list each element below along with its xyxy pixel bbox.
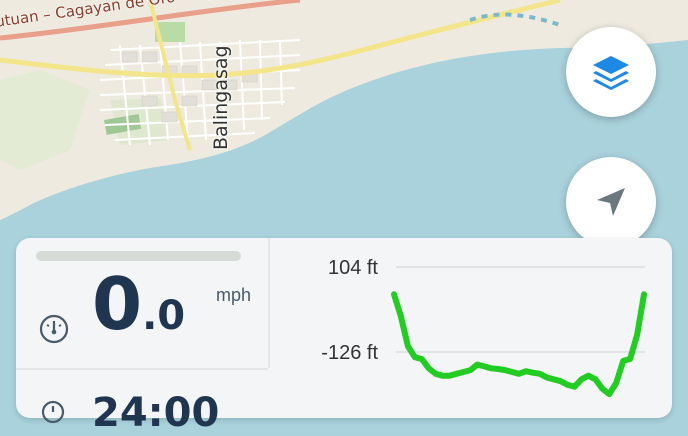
elevation-chart[interactable]: 104 ft -126 ft <box>270 238 672 418</box>
layers-icon <box>593 56 629 90</box>
locate-me-button[interactable] <box>566 157 656 247</box>
y-tick-label: -126 ft <box>321 342 378 364</box>
y-tick-label: 104 ft <box>328 257 378 279</box>
navigation-arrow-icon <box>597 188 625 216</box>
map-layers-button[interactable] <box>566 27 656 117</box>
progress-bar <box>36 251 241 261</box>
speedometer-icon <box>39 314 69 344</box>
speed-unit: mph <box>216 285 252 305</box>
speed-value: 0.0 <box>92 268 185 340</box>
stats-panel: 0.0 mph 24:00 104 ft -126 ft <box>16 238 672 436</box>
speed-decimal: .0 <box>142 293 186 339</box>
divider <box>16 368 268 370</box>
chart-grid <box>396 266 645 353</box>
speed-integer: 0 <box>92 262 143 346</box>
speed-card[interactable]: 0.0 mph <box>16 238 270 368</box>
chart-tick-labels: 104 ft -126 ft <box>321 257 378 364</box>
elevation-line <box>391 291 647 398</box>
duration-value: 24:00 <box>92 390 220 436</box>
town-label: Balingasag <box>210 45 232 150</box>
